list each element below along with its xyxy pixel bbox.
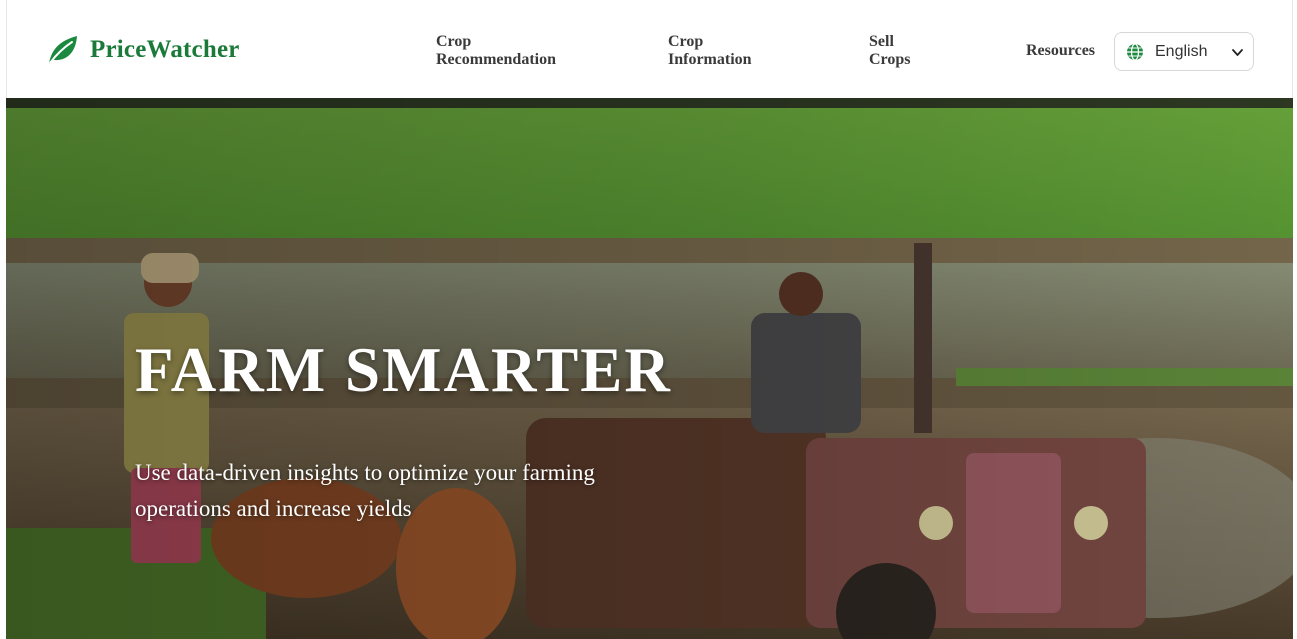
nav-crop-information-line2: Information bbox=[668, 51, 752, 68]
language-select[interactable]: English bbox=[1114, 32, 1254, 71]
leaf-icon bbox=[49, 36, 77, 64]
nav-crop-recommendation-line2: Recommendation bbox=[436, 51, 556, 68]
nav-crop-information[interactable]: Crop Information bbox=[668, 33, 752, 69]
chevron-down-icon bbox=[1232, 49, 1243, 56]
hero-title: FARM SMARTER bbox=[135, 335, 672, 405]
nav-crop-information-line1: Crop bbox=[668, 33, 704, 50]
nav-resources-label: Resources bbox=[1026, 42, 1096, 59]
nav-resources[interactable]: Resources bbox=[1026, 42, 1095, 60]
hero-subtitle: Use data-driven insights to optimize you… bbox=[135, 460, 595, 521]
nav-crop-recommendation[interactable]: Crop Recommendation bbox=[436, 33, 556, 69]
nav-sell-crops-line1: Sell bbox=[869, 33, 894, 50]
nav-crop-recommendation-line1: Crop bbox=[436, 33, 472, 50]
hero-section: FARM SMARTER Use data-driven insights to… bbox=[6, 98, 1293, 639]
globe-icon bbox=[1127, 43, 1143, 61]
language-select-value: English bbox=[1155, 43, 1208, 60]
brand-logo-link[interactable]: PriceWatcher bbox=[46, 33, 240, 67]
navbar: PriceWatcher Crop Recommendation Crop In… bbox=[6, 0, 1293, 98]
brand-name: PriceWatcher bbox=[90, 36, 240, 63]
nav-sell-crops[interactable]: Sell Crops bbox=[869, 33, 911, 69]
nav-sell-crops-line2: Crops bbox=[869, 51, 911, 68]
